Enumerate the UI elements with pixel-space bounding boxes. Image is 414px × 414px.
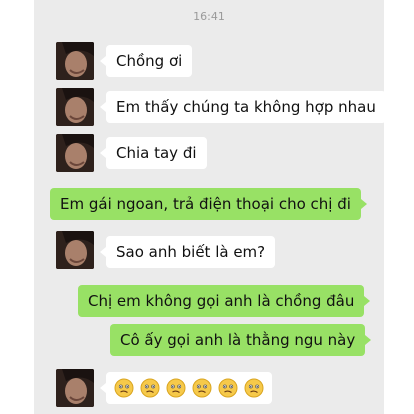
confused-face-icon	[244, 378, 264, 398]
confused-face-icon	[192, 378, 212, 398]
emoji-message-bubble[interactable]	[100, 372, 272, 404]
contact-avatar[interactable]	[56, 369, 94, 407]
message-bubble-outgoing[interactable]: Chị em không gọi anh là chồng đâu	[78, 285, 371, 317]
message-bubble-outgoing[interactable]: Em gái ngoan, trả điện thoại cho chị đi	[50, 188, 367, 220]
contact-avatar[interactable]	[56, 134, 94, 172]
chat-screen: 16:41 Chồng ơi Em thấy chúng ta không hợ…	[0, 0, 414, 414]
message-bubble-incoming[interactable]: Em thấy chúng ta không hợp nhau	[100, 91, 386, 123]
right-margin	[384, 0, 414, 414]
message-bubble-outgoing[interactable]: Cô ấy gọi anh là thằng ngu này	[110, 324, 372, 356]
confused-face-icon	[114, 378, 134, 398]
confused-face-icon	[218, 378, 238, 398]
confused-face-icon	[166, 378, 186, 398]
message-bubble-incoming[interactable]: Sao anh biết là em?	[99, 236, 276, 268]
left-margin	[0, 0, 34, 414]
contact-avatar[interactable]	[56, 231, 94, 269]
message-bubble-incoming[interactable]: Chia tay đi	[100, 137, 207, 169]
contact-avatar[interactable]	[56, 42, 94, 80]
message-bubble-incoming[interactable]: Chồng ơi	[99, 45, 193, 77]
conversation-area[interactable]: 16:41 Chồng ơi Em thấy chúng ta không hợ…	[34, 0, 386, 414]
contact-avatar[interactable]	[56, 88, 94, 126]
confused-face-icon	[140, 378, 160, 398]
timestamp: 16:41	[193, 10, 225, 23]
